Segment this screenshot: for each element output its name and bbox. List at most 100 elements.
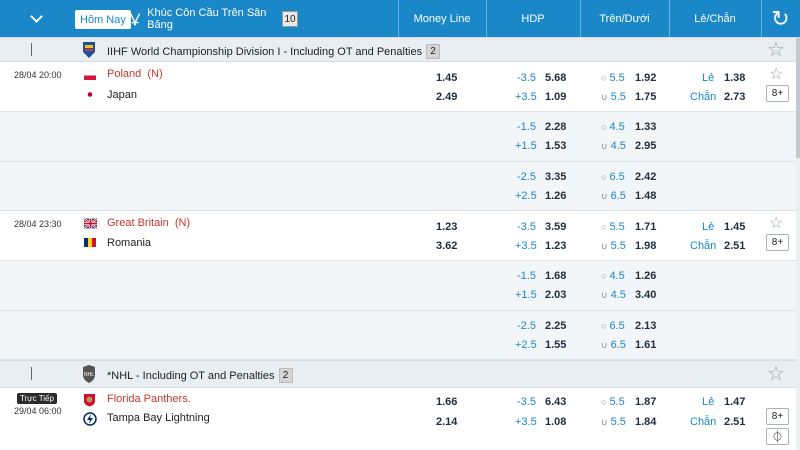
under-value: 4.5 bbox=[610, 140, 626, 152]
today-filter-tab[interactable]: Hôm Nay bbox=[75, 10, 131, 29]
hdp-home-odds[interactable]: 3.35 bbox=[545, 171, 566, 183]
league-header[interactable]: NHL *NHL - Including OT and Penalties 2 … bbox=[0, 360, 800, 388]
under-line: ∪ 4.5 bbox=[601, 289, 626, 301]
over-line: ○ 4.5 bbox=[601, 270, 625, 282]
collapse-all-toggle[interactable] bbox=[0, 0, 72, 38]
hdp-home-line: -3.5 bbox=[517, 72, 536, 84]
under-value: 6.5 bbox=[610, 339, 626, 351]
under-line: ∪ 6.5 bbox=[601, 339, 626, 351]
over-odds[interactable]: 2.13 bbox=[635, 320, 656, 332]
away-team[interactable]: Romania bbox=[107, 237, 151, 249]
chevron-down-icon bbox=[31, 43, 32, 56]
under-odds[interactable]: 3.40 bbox=[635, 289, 656, 301]
over-odds[interactable]: 1.87 bbox=[635, 396, 656, 408]
neutral-venue-tag: (N) bbox=[174, 217, 191, 229]
under-odds[interactable]: 2.95 bbox=[635, 140, 656, 152]
home-team[interactable]: Great Britain (N) bbox=[107, 217, 190, 229]
home-team[interactable]: Florida Panthers. bbox=[107, 393, 191, 405]
moneyline-home-odds[interactable]: 1.45 bbox=[436, 72, 457, 84]
hdp-away-odds[interactable]: 1.08 bbox=[545, 416, 566, 428]
over-line: ○ 6.5 bbox=[601, 320, 625, 332]
home-team[interactable]: Poland (N) bbox=[107, 68, 163, 80]
odd-odds[interactable]: 1.47 bbox=[724, 396, 745, 408]
page-scrollbar[interactable] bbox=[796, 38, 800, 450]
sport-count-badge: 10 bbox=[282, 11, 298, 27]
sport-selector[interactable]: Khúc Côn Cầu Trên Sân Băng 10 bbox=[128, 0, 298, 38]
hdp-away-line: +2.5 bbox=[515, 339, 537, 351]
moneyline-home-odds[interactable]: 1.66 bbox=[436, 396, 457, 408]
hdp-home-odds[interactable]: 1.68 bbox=[545, 270, 566, 282]
league-header[interactable]: IIHF World Championship Division I - Inc… bbox=[0, 37, 800, 62]
col-header-moneyline: Money Line bbox=[413, 13, 471, 25]
hdp-away-odds[interactable]: 1.26 bbox=[545, 190, 566, 202]
moneyline-away-odds[interactable]: 3.62 bbox=[436, 240, 457, 252]
over-icon: ○ bbox=[601, 122, 607, 132]
match-time: 28/04 23:30 bbox=[14, 219, 62, 229]
hdp-away-line: +1.5 bbox=[515, 289, 537, 301]
favorite-match-star-icon[interactable]: ☆ bbox=[769, 65, 783, 85]
under-odds[interactable]: 1.84 bbox=[635, 416, 656, 428]
under-value: 5.5 bbox=[610, 240, 626, 252]
under-icon: ∪ bbox=[601, 241, 608, 251]
moneyline-home-odds[interactable]: 1.23 bbox=[436, 221, 457, 233]
over-odds[interactable]: 2.42 bbox=[635, 171, 656, 183]
league-collapse-toggle[interactable] bbox=[31, 43, 32, 56]
hdp-away-odds[interactable]: 2.03 bbox=[545, 289, 566, 301]
moneyline-away-odds[interactable]: 2.14 bbox=[436, 416, 457, 428]
hdp-away-odds[interactable]: 1.55 bbox=[545, 339, 566, 351]
refresh-button[interactable]: ↻ bbox=[761, 0, 800, 38]
away-team[interactable]: Japan bbox=[107, 89, 137, 101]
favorite-league-star-icon[interactable]: ☆ bbox=[767, 364, 785, 384]
under-line: ∪ 5.5 bbox=[601, 416, 626, 428]
under-icon: ∪ bbox=[601, 141, 608, 151]
under-value: 6.5 bbox=[610, 190, 626, 202]
hdp-home-odds[interactable]: 3.59 bbox=[545, 221, 566, 233]
match-row: Trực Tiếp 29/04 06:00 Florida Panthers. … bbox=[0, 388, 800, 450]
under-value: 5.5 bbox=[610, 416, 626, 428]
league-name-wrap: *NHL - Including OT and Penalties 2 bbox=[107, 368, 293, 383]
sport-name: Khúc Côn Cầu Trên Sân Băng bbox=[147, 7, 267, 31]
over-odds[interactable]: 1.26 bbox=[635, 270, 656, 282]
under-odds[interactable]: 1.61 bbox=[635, 339, 656, 351]
over-line: ○ 5.5 bbox=[601, 221, 625, 233]
even-odds[interactable]: 2.51 bbox=[724, 416, 745, 428]
under-odds[interactable]: 1.75 bbox=[635, 91, 656, 103]
over-odds[interactable]: 1.71 bbox=[635, 221, 656, 233]
odd-label: Lẻ bbox=[702, 221, 715, 233]
neutral-venue-tag: (N) bbox=[147, 68, 163, 80]
more-markets-button[interactable]: 8+ bbox=[766, 408, 789, 425]
iihf-logo-icon bbox=[83, 42, 95, 58]
league-collapse-toggle[interactable] bbox=[31, 367, 32, 380]
hdp-away-odds[interactable]: 1.09 bbox=[545, 91, 566, 103]
hdp-away-odds[interactable]: 1.53 bbox=[545, 140, 566, 152]
over-odds[interactable]: 1.92 bbox=[635, 72, 656, 84]
under-line: ∪ 6.5 bbox=[601, 190, 626, 202]
odd-odds[interactable]: 1.45 bbox=[724, 221, 745, 233]
away-team[interactable]: Tampa Bay Lightning bbox=[107, 412, 210, 424]
scrollbar-thumb[interactable] bbox=[796, 38, 800, 158]
under-odds[interactable]: 1.48 bbox=[635, 190, 656, 202]
even-odds[interactable]: 2.51 bbox=[724, 240, 745, 252]
moneyline-away-odds[interactable]: 2.49 bbox=[436, 91, 457, 103]
even-odds[interactable]: 2.73 bbox=[724, 91, 745, 103]
odd-label: Lẻ bbox=[702, 396, 715, 408]
hdp-home-odds[interactable]: 2.28 bbox=[545, 121, 566, 133]
alt-line-row: -1.5 2.28 +1.5 1.53 ○ 4.5 1.33 ∪ 4.5 2.95 bbox=[0, 112, 800, 162]
odd-odds[interactable]: 1.38 bbox=[724, 72, 745, 84]
even-label: Chẵn bbox=[690, 240, 717, 252]
more-markets-button[interactable]: 8+ bbox=[766, 85, 789, 102]
over-odds[interactable]: 1.33 bbox=[635, 121, 656, 133]
hdp-away-odds[interactable]: 1.23 bbox=[545, 240, 566, 252]
romania-flag-icon bbox=[84, 238, 96, 247]
stats-button[interactable]: ⏀ bbox=[766, 428, 789, 445]
more-markets-button[interactable]: 8+ bbox=[766, 234, 789, 251]
hdp-home-odds[interactable]: 5.68 bbox=[545, 72, 566, 84]
favorite-league-star-icon[interactable]: ☆ bbox=[767, 40, 785, 60]
hdp-home-odds[interactable]: 6.43 bbox=[545, 396, 566, 408]
match-row: 28/04 23:30 Great Britain (N) Romania 1.… bbox=[0, 211, 800, 261]
under-odds[interactable]: 1.98 bbox=[635, 240, 656, 252]
hdp-home-odds[interactable]: 2.25 bbox=[545, 320, 566, 332]
favorite-match-star-icon[interactable]: ☆ bbox=[769, 214, 783, 234]
over-value: 6.5 bbox=[609, 171, 625, 183]
home-team-name: Great Britain bbox=[107, 217, 169, 229]
